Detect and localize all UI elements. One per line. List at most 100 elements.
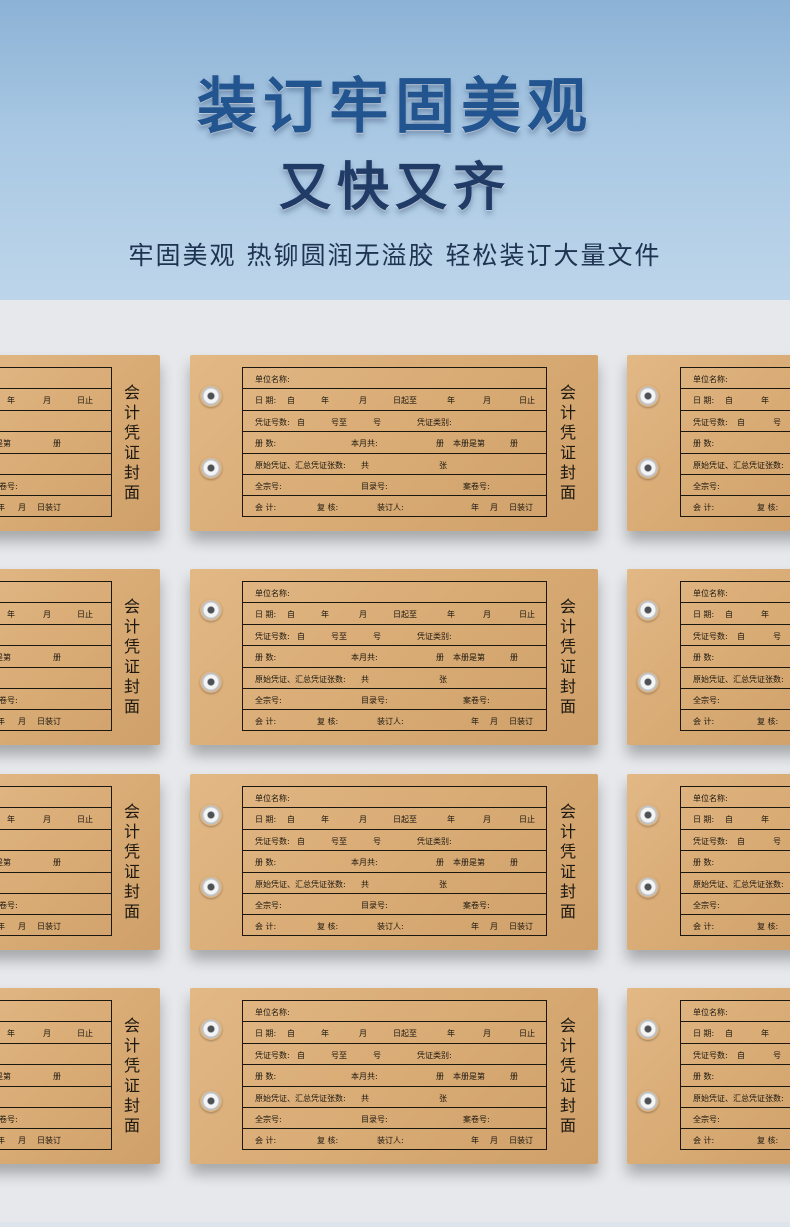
form-label: 本月共: bbox=[351, 1072, 378, 1082]
form-row: 会 计: 复 核: 装订人: 年 月 日装订 bbox=[243, 1129, 546, 1150]
binding-rivet-hole bbox=[637, 1018, 659, 1040]
form-row: 案卷号: bbox=[0, 1108, 111, 1130]
form-label: 年 bbox=[471, 1136, 479, 1146]
form-row: 张 bbox=[0, 668, 111, 689]
form-label: 年 bbox=[447, 396, 455, 406]
form-label: 月 bbox=[490, 1136, 498, 1146]
voucher-form-table: 年月日止类别:册本册是第册张案卷号:年月日装订 bbox=[0, 367, 112, 517]
voucher-form-table: 单位名称: 日 期: 自年凭证号数: 自号册 数: 原始凭证、汇总凭证张数: 全宗号: 会 … bbox=[680, 581, 790, 731]
form-label: 年 bbox=[471, 503, 479, 513]
form-label: 装订人: bbox=[377, 1136, 404, 1146]
form-label: 凭证号数: bbox=[255, 631, 290, 641]
form-row: 年 月 日装订 bbox=[0, 1129, 111, 1150]
form-label: 本册是第 bbox=[453, 653, 485, 663]
form-row: 日 期: 自 年 月 日起至 年 月 日止 bbox=[243, 1022, 546, 1044]
form-label: 复 核: bbox=[757, 717, 779, 727]
form-label: 会 计: bbox=[255, 1136, 277, 1146]
form-label: 号 bbox=[373, 1050, 381, 1060]
form-label: 册 数: bbox=[693, 439, 715, 449]
voucher-cover-card-left: 年月日止类别:册本册是第册张案卷号:年月日装订会计凭证封面 bbox=[0, 988, 160, 1164]
form-label: 自 bbox=[725, 396, 733, 406]
form-label: 年 bbox=[0, 922, 5, 932]
form-label: 月 bbox=[18, 503, 26, 513]
form-row: 凭证号数: 自 号至 号 凭证类别: bbox=[243, 625, 546, 647]
form-label: 会 计: bbox=[255, 503, 277, 513]
form-row: 册本册是第册 bbox=[0, 851, 111, 873]
form-label: 日起至 bbox=[393, 1029, 417, 1039]
form-row: 类别: bbox=[0, 830, 111, 852]
form-label: 原始凭证、汇总凭证张数: bbox=[255, 879, 346, 889]
form-label: 册 bbox=[510, 1072, 518, 1082]
form-label: 会 计: bbox=[255, 717, 277, 727]
form-row: 案卷号: bbox=[0, 475, 111, 497]
form-label: 月 bbox=[359, 1029, 367, 1039]
form-row: 案卷号: bbox=[0, 689, 111, 711]
form-label: 日 期: bbox=[255, 1029, 277, 1039]
form-row bbox=[0, 787, 111, 809]
form-label: 案卷号: bbox=[463, 696, 490, 705]
form-label: 自 bbox=[297, 631, 305, 641]
form-label: 张 bbox=[439, 460, 447, 470]
form-row: 日 期: 自 年 bbox=[681, 1022, 790, 1044]
form-row: 全宗号: bbox=[681, 689, 790, 711]
voucher-form-table: 年月日止类别:册本册是第册张案卷号:年月日装订 bbox=[0, 1000, 112, 1150]
form-label: 月 bbox=[43, 815, 51, 825]
form-label: 日 期: bbox=[255, 610, 277, 620]
form-row: 原始凭证、汇总凭证张数: 共 张 bbox=[243, 873, 546, 894]
form-label: 凭证号数: bbox=[255, 417, 290, 427]
form-row: 凭证号数: 自 号至 号 凭证类别: bbox=[243, 1044, 546, 1066]
voucher-cover-card-left: 年月日止类别:册本册是第册张案卷号:年月日装订会计凭证封面 bbox=[0, 355, 160, 531]
form-label: 日 期: bbox=[255, 815, 277, 825]
form-label: 号 bbox=[373, 836, 381, 846]
form-row: 张 bbox=[0, 1087, 111, 1108]
form-label: 自 bbox=[725, 610, 733, 620]
form-row: 全宗号: 目录号: 案卷号: bbox=[243, 475, 546, 497]
form-label: 月 bbox=[359, 610, 367, 620]
form-row: 单位名称: bbox=[243, 582, 546, 604]
vertical-cover-title: 会计凭证封面 bbox=[559, 1016, 576, 1135]
form-label: 年 bbox=[7, 610, 15, 620]
form-label: 月 bbox=[43, 610, 51, 620]
headline-secondary: 又快又齐 bbox=[278, 158, 511, 218]
form-row: 类别: bbox=[0, 1044, 111, 1066]
form-row: 会 计: 复 核: 装订人: 年 月 日装订 bbox=[243, 496, 546, 517]
form-row: 原始凭证、汇总凭证张数: bbox=[681, 873, 790, 894]
form-label: 年 bbox=[321, 815, 329, 825]
form-label: 日 期: bbox=[693, 396, 715, 406]
form-row: 全宗号: bbox=[681, 1108, 790, 1130]
form-row bbox=[0, 1001, 111, 1023]
form-label: 册 数: bbox=[255, 858, 277, 868]
voucher-cover-card-left: 年月日止类别:册本册是第册张案卷号:年月日装订会计凭证封面 bbox=[0, 569, 160, 745]
voucher-cover-card-left: 年月日止类别:册本册是第册张案卷号:年月日装订会计凭证封面 bbox=[0, 774, 160, 950]
form-label: 月 bbox=[483, 396, 491, 406]
form-label: 案卷号: bbox=[0, 1115, 18, 1124]
form-label: 凭证号数: bbox=[693, 631, 728, 641]
form-label: 会 计: bbox=[693, 922, 715, 932]
form-label: 复 核: bbox=[757, 503, 779, 513]
form-label: 年 bbox=[321, 610, 329, 620]
form-label: 案卷号: bbox=[463, 901, 490, 910]
form-row: 册 数: bbox=[681, 646, 790, 668]
vertical-cover-title: 会计凭证封面 bbox=[123, 597, 140, 716]
vertical-cover-title: 会计凭证封面 bbox=[559, 383, 576, 502]
form-label: 年 bbox=[0, 1136, 5, 1146]
form-row: 原始凭证、汇总凭证张数: bbox=[681, 1087, 790, 1108]
form-row: 凭证号数: 自 号 bbox=[681, 1044, 790, 1066]
form-label: 自 bbox=[297, 1050, 305, 1060]
form-label: 本册是第 bbox=[0, 653, 11, 663]
form-label: 案卷号: bbox=[0, 696, 18, 705]
form-label: 自 bbox=[287, 396, 295, 406]
form-label: 号至 bbox=[331, 836, 347, 846]
form-label: 月 bbox=[490, 922, 498, 932]
form-label: 月 bbox=[18, 1136, 26, 1146]
form-row: 册 数: 本月共: 册本册是第册 bbox=[243, 432, 546, 454]
form-label: 月 bbox=[490, 503, 498, 513]
form-row bbox=[0, 582, 111, 604]
form-label: 单位名称: bbox=[255, 589, 290, 598]
form-row: 单位名称: bbox=[243, 368, 546, 390]
form-label: 目录号: bbox=[361, 482, 388, 491]
form-label: 册 bbox=[436, 439, 444, 449]
form-label: 年 bbox=[321, 1029, 329, 1039]
form-label: 年 bbox=[7, 815, 15, 825]
form-row: 年 月 日止 bbox=[0, 389, 111, 411]
